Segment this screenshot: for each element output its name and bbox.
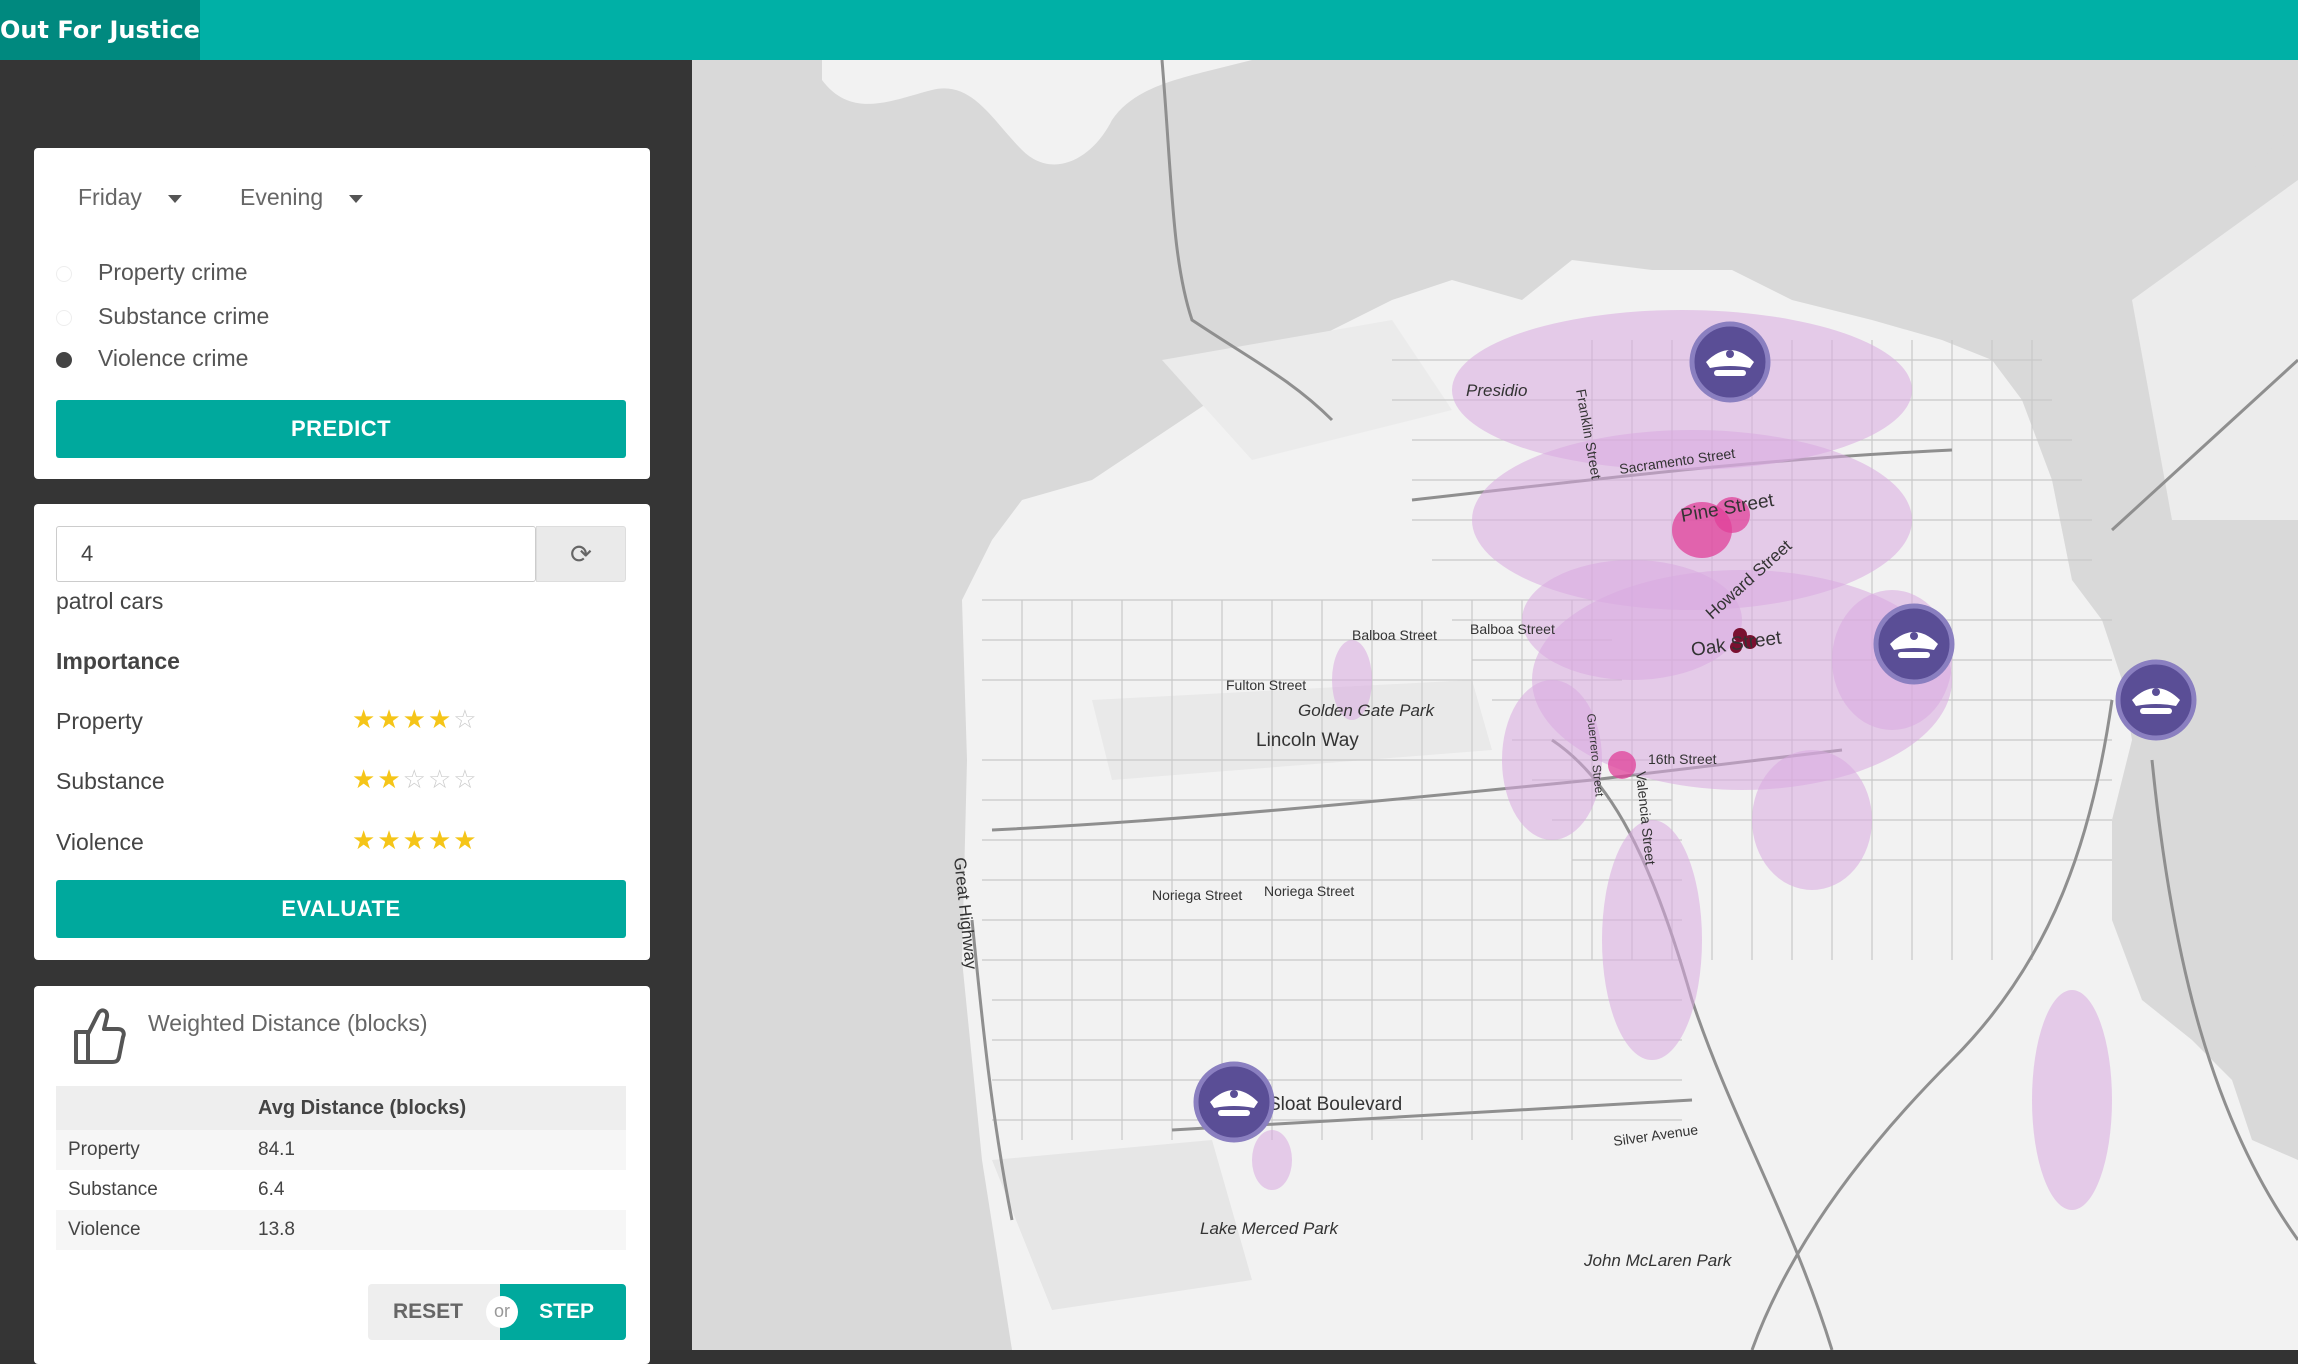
star-outline-icon[interactable]: ☆ bbox=[428, 764, 453, 794]
evaluate-button[interactable]: EVALUATE bbox=[56, 880, 626, 938]
table-row: Property 84.1 bbox=[56, 1130, 626, 1170]
row-value: 13.8 bbox=[258, 1210, 626, 1250]
radio-substance-crime[interactable]: Substance crime bbox=[56, 300, 269, 332]
time-select-value: Evening bbox=[240, 184, 324, 210]
star-icon[interactable]: ★ bbox=[403, 825, 428, 855]
police-marker-central[interactable] bbox=[1873, 603, 1955, 685]
top-bar: Out For Justice bbox=[0, 0, 2298, 60]
patrol-panel: 4 ⟳ patrol cars Importance Property ★★★★… bbox=[34, 504, 650, 960]
table-row: Violence 13.8 bbox=[56, 1210, 626, 1250]
radio-violence-crime[interactable]: Violence crime bbox=[56, 342, 248, 374]
row-value: 6.4 bbox=[258, 1179, 285, 1200]
map-label: Balboa Street bbox=[1470, 621, 1555, 637]
star-icon[interactable]: ★ bbox=[377, 704, 402, 734]
map-water-bay bbox=[2232, 60, 2298, 170]
refresh-button[interactable]: ⟳ bbox=[536, 526, 626, 582]
patrol-cars-input[interactable]: 4 bbox=[56, 526, 536, 582]
star-icon[interactable]: ★ bbox=[352, 764, 377, 794]
distance-table: Avg Distance (blocks) Property 84.1 Subs… bbox=[56, 1086, 626, 1250]
map-label: Presidio bbox=[1466, 381, 1527, 400]
map-label: 16th Street bbox=[1648, 751, 1717, 767]
prediction-panel: Friday Evening Property crime Substance … bbox=[34, 148, 650, 479]
time-select[interactable]: Evening bbox=[240, 184, 364, 211]
importance-label-property: Property bbox=[56, 708, 143, 734]
star-rating-property[interactable]: ★★★★☆ bbox=[352, 704, 479, 735]
results-title: Weighted Distance (blocks) bbox=[148, 1010, 428, 1036]
star-outline-icon[interactable]: ☆ bbox=[453, 704, 478, 734]
radio-dot bbox=[56, 309, 72, 326]
map-label: Noriega Street bbox=[1152, 887, 1242, 903]
radio-label: Substance crime bbox=[98, 303, 270, 329]
police-marker-north[interactable] bbox=[1689, 321, 1771, 403]
map-label: John McLaren Park bbox=[1583, 1251, 1733, 1270]
police-marker-east[interactable] bbox=[2115, 659, 2197, 741]
importance-label-substance: Substance bbox=[56, 768, 165, 794]
table-header-cell: Avg Distance (blocks) bbox=[258, 1086, 626, 1130]
radio-label: Property crime bbox=[98, 259, 248, 285]
row-value: 84.1 bbox=[258, 1130, 626, 1170]
map-land-east bbox=[2132, 180, 2298, 520]
star-icon[interactable]: ★ bbox=[352, 825, 377, 855]
table-header-row: Avg Distance (blocks) bbox=[56, 1086, 626, 1130]
reset-button[interactable]: RESET bbox=[368, 1284, 500, 1340]
day-select[interactable]: Friday bbox=[78, 184, 182, 211]
map-label: Golden Gate Park bbox=[1298, 701, 1436, 720]
chevron-down-icon bbox=[167, 194, 182, 203]
radio-label: Violence crime bbox=[98, 345, 249, 371]
map-label: Lake Merced Park bbox=[1200, 1219, 1339, 1238]
row-label: Property bbox=[56, 1130, 258, 1170]
map-canvas[interactable]: Presidio Franklin Street Sacramento Stre… bbox=[692, 60, 2298, 1350]
results-panel: Weighted Distance (blocks) Avg Distance … bbox=[34, 986, 650, 1364]
radio-dot-selected bbox=[56, 351, 72, 368]
map-label: Balboa Street bbox=[1352, 627, 1437, 643]
police-marker-south[interactable] bbox=[1193, 1061, 1275, 1143]
star-icon[interactable]: ★ bbox=[352, 704, 377, 734]
star-icon[interactable]: ★ bbox=[377, 764, 402, 794]
step-button[interactable]: STEP bbox=[500, 1284, 626, 1340]
row-label: Violence bbox=[56, 1210, 258, 1250]
importance-title: Importance bbox=[56, 648, 180, 674]
radio-dot bbox=[56, 265, 72, 282]
day-select-value: Friday bbox=[78, 184, 142, 210]
table-header-cell bbox=[56, 1086, 258, 1130]
patrol-cars-label: patrol cars bbox=[56, 588, 164, 614]
row-label: Substance bbox=[68, 1179, 158, 1200]
radio-property-crime[interactable]: Property crime bbox=[56, 256, 248, 288]
app-title[interactable]: Out For Justice bbox=[0, 0, 200, 60]
star-rating-substance[interactable]: ★★☆☆☆ bbox=[352, 764, 479, 795]
star-outline-icon[interactable]: ☆ bbox=[453, 764, 478, 794]
star-icon[interactable]: ★ bbox=[377, 825, 402, 855]
refresh-icon: ⟳ bbox=[570, 539, 592, 569]
sidebar: Friday Evening Property crime Substance … bbox=[0, 60, 692, 1364]
chevron-down-icon bbox=[349, 194, 364, 203]
or-separator: or bbox=[486, 1296, 518, 1328]
star-icon[interactable]: ★ bbox=[403, 704, 428, 734]
predict-button[interactable]: PREDICT bbox=[56, 400, 626, 458]
star-rating-violence[interactable]: ★★★★★ bbox=[352, 825, 479, 856]
star-icon[interactable]: ★ bbox=[428, 825, 453, 855]
map-label: Sloat Boulevard bbox=[1268, 1094, 1402, 1115]
importance-label-violence: Violence bbox=[56, 829, 144, 855]
table-row: Substance 6.4 bbox=[56, 1170, 626, 1210]
star-icon[interactable]: ★ bbox=[428, 704, 453, 734]
map-label: Lincoln Way bbox=[1256, 730, 1359, 751]
map-label: Noriega Street bbox=[1264, 883, 1354, 899]
star-outline-icon[interactable]: ☆ bbox=[403, 764, 428, 794]
map[interactable]: Presidio Franklin Street Sacramento Stre… bbox=[692, 60, 2298, 1350]
map-land-north bbox=[822, 60, 1252, 165]
map-label: Fulton Street bbox=[1226, 677, 1306, 693]
star-icon[interactable]: ★ bbox=[453, 825, 478, 855]
thumbs-up-icon bbox=[74, 1008, 126, 1064]
